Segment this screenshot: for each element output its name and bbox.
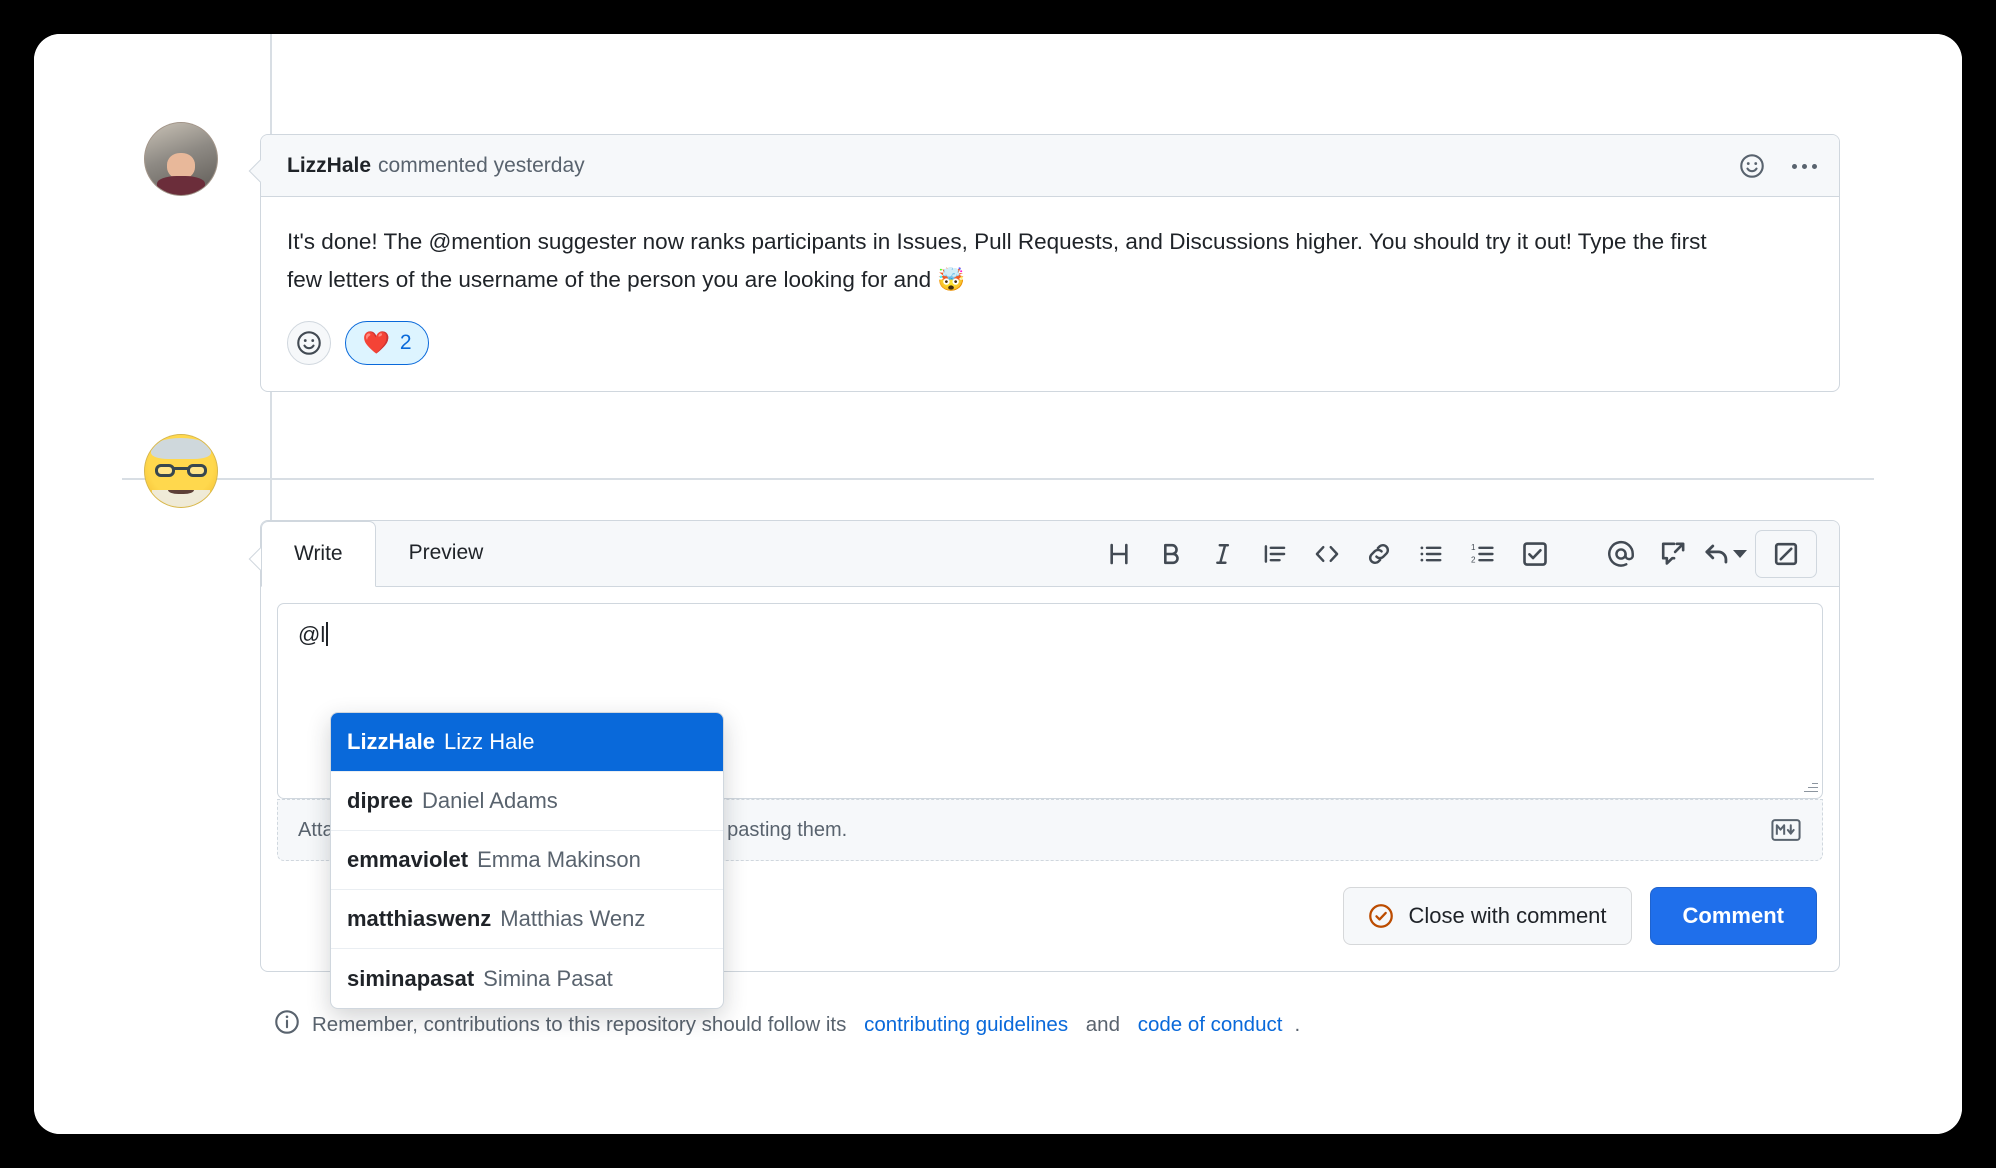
avatar-mouth [168,484,194,495]
note-text-middle: and [1080,1013,1126,1036]
more-options-icon[interactable] [1787,149,1821,183]
avatar-face [166,153,196,180]
comment-text: It's done! The @mention suggester now ra… [287,223,1747,299]
svg-text:1: 1 [1471,543,1476,552]
svg-text:2: 2 [1471,555,1476,564]
reaction-heart[interactable]: ❤️ 2 [345,321,429,365]
comment-timestamp: commented yesterday [378,153,585,177]
heading-icon[interactable] [1097,532,1141,576]
chevron-down-icon [1733,550,1747,558]
text-caret [326,622,329,646]
italic-icon[interactable] [1201,532,1245,576]
glasses-lens-right [187,463,207,477]
comment-button[interactable]: Comment [1649,887,1817,945]
mention-fullname: Lizz Hale [444,729,535,754]
mention-option-emmaviolet[interactable]: emmaviolet Emma Makinson [331,831,723,890]
resize-handle[interactable] [1802,778,1818,794]
tab-write[interactable]: Write [261,521,376,587]
note-text-before: Remember, contributions to this reposito… [312,1013,853,1036]
close-with-comment-button[interactable]: Close with comment [1343,887,1632,945]
reaction-count: 2 [399,331,412,354]
heart-emoji: ❤️ [362,330,390,355]
mention-fullname: Daniel Adams [422,788,558,813]
comment-text-line1: It's done! The @mention suggester now ra… [287,229,1480,254]
comment-author[interactable]: LizzHale [287,154,371,178]
code-of-conduct-link[interactable]: code of conduct [1138,1013,1283,1037]
mention-fullname: Simina Pasat [483,965,613,991]
mention-login: matthiaswenz [347,906,492,931]
mention-login: dipree [347,788,414,813]
mention-login: LizzHale [347,729,436,754]
editor-tabbar: Write Preview 1 2 [261,521,1839,587]
ordered-list-icon[interactable]: 1 2 [1461,532,1505,576]
mention-fullname: Emma Makinson [477,847,641,872]
avatar-current-user[interactable] [144,434,218,508]
mention-option-matthiaswenz[interactable]: matthiaswenz Matthias Wenz [331,890,723,949]
mention-option-dipree[interactable]: dipree Daniel Adams [331,772,723,831]
glasses-bridge [172,467,190,471]
tab-preview[interactable]: Preview [376,520,517,586]
note-text-after: . [1294,1013,1301,1036]
reaction-bar: ❤️ 2 [261,299,1839,391]
comment-body: It's done! The @mention suggester now ra… [261,197,1839,299]
info-icon [274,1009,300,1041]
mention-autocomplete-menu: LizzHale Lizz Hale dipree Daniel Adams e… [330,712,724,1009]
saved-reply-icon[interactable] [1703,532,1747,576]
timeline-divider [122,478,1874,480]
mention-login: siminapasat [347,965,475,991]
markdown-icon[interactable] [1770,817,1802,843]
mention-fullname: Matthias Wenz [500,906,646,931]
code-icon[interactable] [1305,532,1349,576]
avatar-body [156,176,206,195]
browser-window: LizzHale commented yesterday It's done! … [34,34,1962,1134]
comment-emoji: 🤯 [937,267,966,292]
cross-reference-icon[interactable] [1651,532,1695,576]
comment-header-actions [1735,135,1821,197]
bold-icon[interactable] [1149,532,1193,576]
mention-icon[interactable] [1599,532,1643,576]
contribution-note: Remember, contributions to this reposito… [274,1009,1300,1041]
issue-conversation-page: LizzHale commented yesterday It's done! … [34,34,1962,1134]
link-icon[interactable] [1357,532,1401,576]
comment-header: LizzHale commented yesterday [261,135,1839,197]
close-with-comment-label: Close with comment [1408,903,1607,928]
comment-button-label: Comment [1682,903,1784,928]
avatar-hair [150,437,212,460]
unordered-list-icon[interactable] [1409,532,1453,576]
mention-option-siminapasat[interactable]: siminapasat Simina Pasat [331,949,723,1008]
add-reaction-button[interactable] [287,321,331,365]
contributing-guidelines-link[interactable]: contributing guidelines [864,1013,1068,1037]
task-list-icon[interactable] [1513,532,1557,576]
avatar-lizzhale[interactable] [144,122,218,196]
mention-login: emmaviolet [347,847,469,872]
quote-icon[interactable] [1253,532,1297,576]
add-reaction-icon[interactable] [1735,149,1769,183]
markdown-toolbar: 1 2 [1097,521,1817,587]
comment-textarea-value: @l [298,622,326,647]
fullscreen-icon[interactable] [1755,530,1817,578]
comment-card: LizzHale commented yesterday It's done! … [248,134,1840,392]
mention-option-lizzhale[interactable]: LizzHale Lizz Hale [331,713,723,772]
